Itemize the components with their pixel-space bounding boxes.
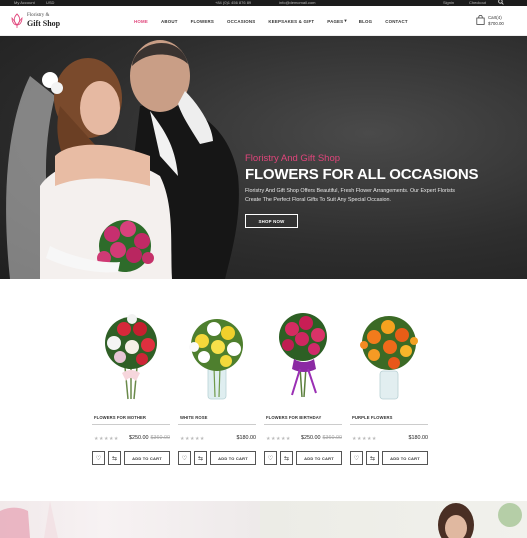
compare-icon[interactable]: ⇆ [366,451,379,465]
product-price: $250.00 $360.00 [129,435,170,441]
add-to-cart-button[interactable]: ADD TO CART [210,451,256,465]
nav-about[interactable]: ABOUT [161,19,178,24]
promo-image-right [438,503,522,538]
hero-title: FLOWERS FOR ALL OCCASIONS [245,166,479,183]
product-image[interactable] [178,307,256,402]
product-name[interactable]: FLOWERS FOR MOTHER [94,415,146,420]
product-image[interactable] [350,307,428,402]
nav-keepsakes-gift[interactable]: KEEPSAKES & GIFT [268,19,314,24]
nav-blog[interactable]: BLOG [359,19,372,24]
product-price: $250.00 $360.00 [301,435,342,441]
logo-line2: Gift Shop [27,19,61,28]
compare-icon[interactable]: ⇆ [108,451,121,465]
product-image[interactable] [264,307,342,402]
promo-banner-right[interactable] [260,501,527,538]
product-name[interactable]: PURPLE FLOWERS [352,415,392,420]
divider [178,424,256,425]
shopping-bag-icon [476,15,485,25]
product-price: $180.00 [408,435,429,441]
old-price: $360.00 [322,435,343,441]
wishlist-heart-icon[interactable]: ♡ [92,451,105,465]
mini-cart[interactable]: Cart(4) $700.00 [476,15,504,26]
chevron-down-icon[interactable]: ▾ [344,18,346,24]
add-to-cart-button[interactable]: ADD TO CART [382,451,428,465]
nav-occasions[interactable]: OCCASIONS [227,19,255,24]
hero-banner: Floristry And Gift Shop FLOWERS FOR ALL … [0,36,527,279]
product-name[interactable]: FLOWERS FOR BIRTHDAY [266,415,321,420]
product-grid: FLOWERS FOR MOTHER ★★★★★ $250.00 $360.00 … [0,279,527,501]
cart-count: Cart(4) [488,15,502,20]
divider [92,424,170,425]
rating-stars: ★★★★★ [266,436,291,442]
promo-banners [0,501,527,538]
shop-now-button[interactable]: SHOP NOW [245,214,298,228]
divider [264,424,342,425]
site-logo[interactable]: Floristry & Gift Shop [10,12,60,28]
compare-icon[interactable]: ⇆ [280,451,293,465]
rating-stars: ★★★★★ [352,436,377,442]
add-to-cart-button[interactable]: ADD TO CART [296,451,342,465]
promo-image-left [0,501,58,538]
compare-icon[interactable]: ⇆ [194,451,207,465]
product-image[interactable] [92,307,170,402]
cart-total: $700.00 [488,20,504,26]
wishlist-heart-icon[interactable]: ♡ [178,451,191,465]
main-nav: HOME ABOUT FLOWERS OCCASIONS KEEPSAKES &… [134,6,421,36]
product-price: $180.00 [236,435,257,441]
divider [350,424,428,425]
nav-flowers[interactable]: FLOWERS [191,19,214,24]
nav-pages[interactable]: PAGES [327,19,343,24]
site-header: Floristry & Gift Shop HOME ABOUT FLOWERS… [0,6,527,36]
hero-description: Floristry And Gift Shop Offers Beautiful… [245,188,455,203]
old-price: $360.00 [150,435,171,441]
flower-logo-icon [11,13,23,28]
product-name[interactable]: WHITE ROSE [180,415,208,420]
wishlist-heart-icon[interactable]: ♡ [264,451,277,465]
promo-banner-left[interactable] [0,501,260,538]
hero-subtitle: Floristry And Gift Shop [245,153,341,164]
wishlist-heart-icon[interactable]: ♡ [350,451,363,465]
add-to-cart-button[interactable]: ADD TO CART [124,451,170,465]
nav-home[interactable]: HOME [134,19,148,24]
nav-contact[interactable]: CONTACT [385,19,408,24]
rating-stars: ★★★★★ [94,436,119,442]
rating-stars: ★★★★★ [180,436,205,442]
